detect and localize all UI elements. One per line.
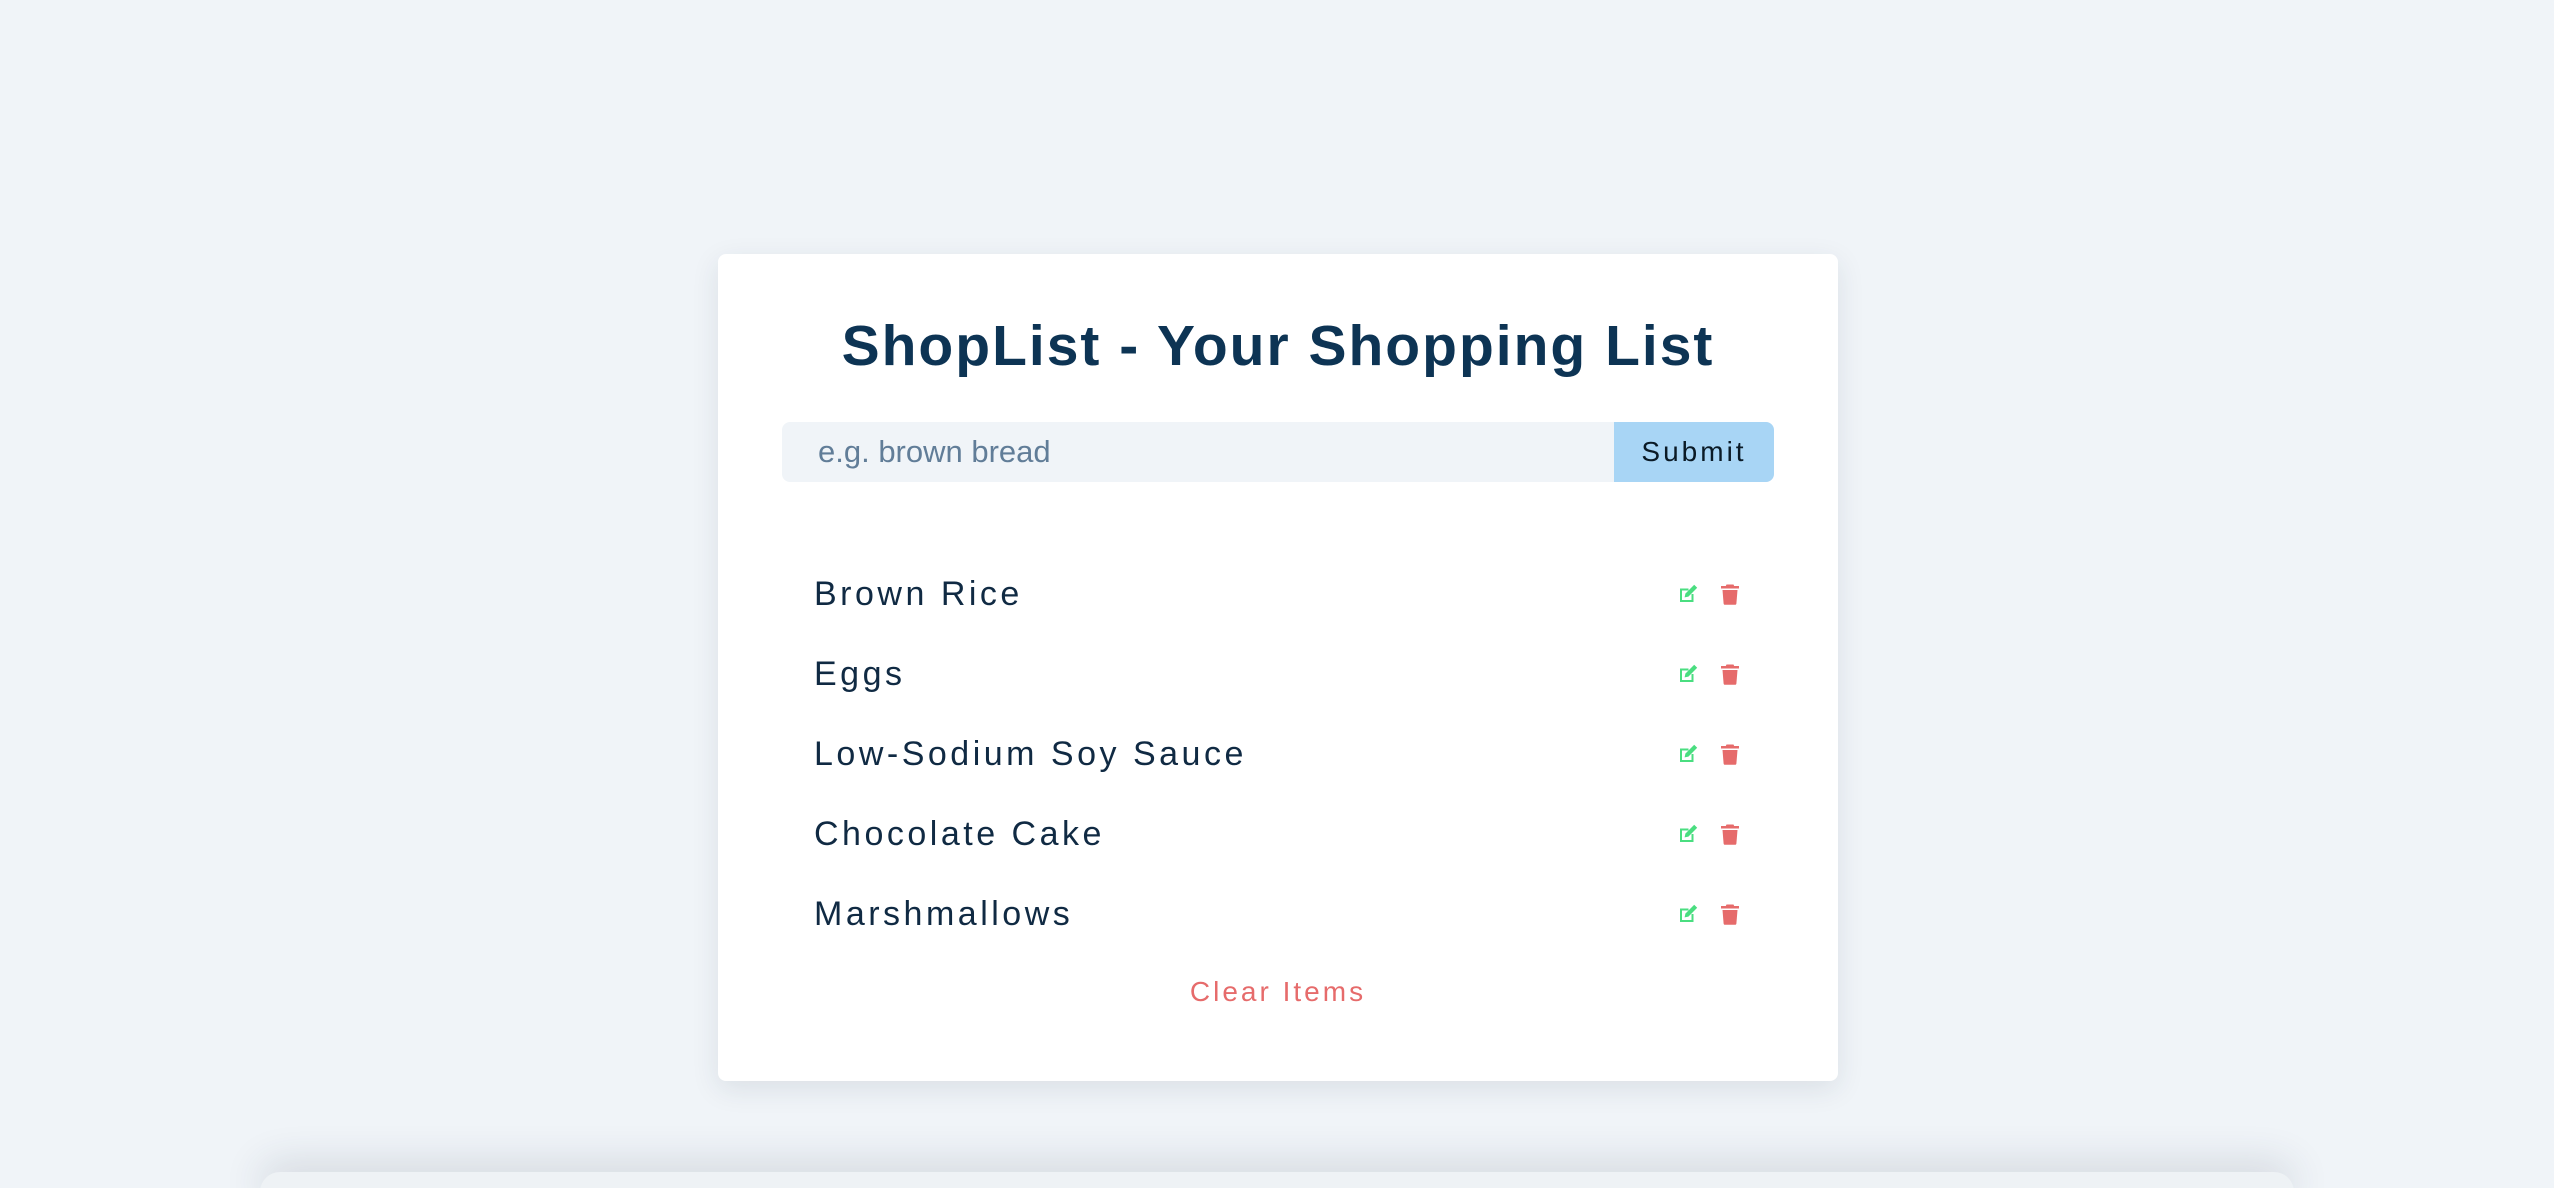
list-item: Marshmallows bbox=[814, 874, 1742, 954]
trash-icon[interactable] bbox=[1718, 662, 1742, 686]
edit-icon[interactable] bbox=[1676, 822, 1700, 846]
edit-icon[interactable] bbox=[1676, 742, 1700, 766]
item-name: Brown Rice bbox=[814, 574, 1023, 613]
edit-icon[interactable] bbox=[1676, 902, 1700, 926]
list-item: Low-Sodium Soy Sauce bbox=[814, 714, 1742, 794]
item-name: Low-Sodium Soy Sauce bbox=[814, 734, 1247, 773]
page: ShopList - Your Shopping List Submit Bro… bbox=[0, 0, 2554, 1188]
trash-icon[interactable] bbox=[1718, 742, 1742, 766]
shopping-list-card: ShopList - Your Shopping List Submit Bro… bbox=[718, 254, 1838, 1081]
add-item-form: Submit bbox=[782, 422, 1774, 482]
shopping-items-list: Brown Rice Eggs Low-Sodium Soy Sauce Cho… bbox=[814, 554, 1742, 954]
item-actions bbox=[1676, 902, 1742, 926]
edit-icon[interactable] bbox=[1676, 662, 1700, 686]
item-name: Marshmallows bbox=[814, 894, 1074, 933]
submit-button[interactable]: Submit bbox=[1614, 422, 1774, 482]
list-item: Chocolate Cake bbox=[814, 794, 1742, 874]
trash-icon[interactable] bbox=[1718, 822, 1742, 846]
list-item: Brown Rice bbox=[814, 554, 1742, 634]
item-name: Chocolate Cake bbox=[814, 814, 1105, 853]
item-actions bbox=[1676, 662, 1742, 686]
item-name: Eggs bbox=[814, 654, 906, 693]
bottom-panel-edge bbox=[260, 1172, 2294, 1188]
item-actions bbox=[1676, 822, 1742, 846]
item-actions bbox=[1676, 582, 1742, 606]
clear-items-button[interactable]: Clear Items bbox=[718, 974, 1838, 1010]
item-input[interactable] bbox=[782, 422, 1614, 482]
trash-icon[interactable] bbox=[1718, 582, 1742, 606]
page-title: ShopList - Your Shopping List bbox=[841, 314, 1715, 378]
item-actions bbox=[1676, 742, 1742, 766]
edit-icon[interactable] bbox=[1676, 582, 1700, 606]
trash-icon[interactable] bbox=[1718, 902, 1742, 926]
list-item: Eggs bbox=[814, 634, 1742, 714]
